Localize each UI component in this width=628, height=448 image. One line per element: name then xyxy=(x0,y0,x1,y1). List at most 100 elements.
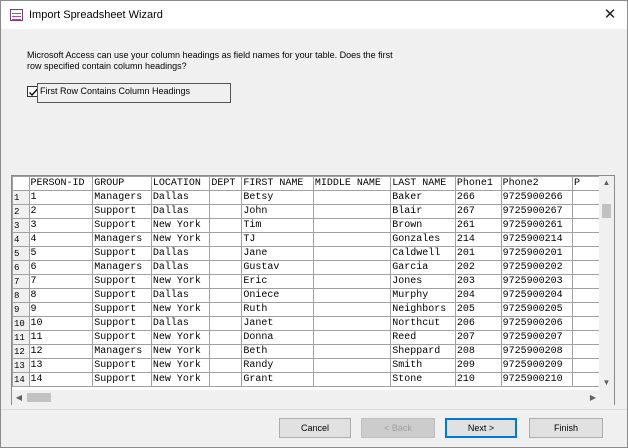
table-cell: Murphy xyxy=(390,288,456,303)
table-cell: Stone xyxy=(390,372,456,387)
row-number: 2 xyxy=(12,204,30,219)
table-cell: Managers xyxy=(92,344,152,359)
next-button[interactable]: Next > xyxy=(445,418,517,438)
data-preview-grid: PERSON-ID GROUP LOCATION DEPT FIRST NAME MIDD… xyxy=(11,175,615,405)
table-cell: Brown xyxy=(390,218,456,233)
row-number: 14 xyxy=(12,372,30,387)
table-cell: 9 xyxy=(28,302,94,317)
scrollbar-corner xyxy=(599,390,614,405)
table-cell xyxy=(572,218,600,233)
table-cell: Oniece xyxy=(241,288,314,303)
vertical-scrollbar[interactable]: ▲ ▼ xyxy=(599,176,614,390)
table-cell: Caldwell xyxy=(390,246,456,261)
table-row: 2 2 Support Dallas John Blair 267 9725900267 xyxy=(12,204,600,219)
table-cell: 9725900267 xyxy=(500,204,574,219)
table-header-row: PERSON-ID GROUP LOCATION DEPT FIRST NAME MIDD… xyxy=(12,176,600,191)
row-number: 9 xyxy=(12,302,30,317)
table-cell: 9725900205 xyxy=(500,302,574,317)
scroll-down-icon[interactable]: ▼ xyxy=(599,376,614,390)
row-number: 13 xyxy=(12,358,30,373)
title-bar: Import Spreadsheet Wizard ✕ xyxy=(1,1,627,29)
table-row: 4 4 Managers New York TJ Gonzales 214 972590021… xyxy=(12,232,600,247)
column-header[interactable]: MIDDLE NAME xyxy=(312,176,392,191)
table-cell: 10 xyxy=(28,316,94,331)
table-cell xyxy=(312,288,392,303)
table-cell xyxy=(312,358,392,373)
table-cell xyxy=(209,302,243,317)
horizontal-scrollbar[interactable]: ◀ ▶ xyxy=(12,390,600,405)
table-cell xyxy=(312,260,392,275)
column-header[interactable]: PERSON-ID xyxy=(28,176,94,191)
scroll-right-icon[interactable]: ▶ xyxy=(586,390,600,405)
column-header[interactable]: LAST NAME xyxy=(390,176,456,191)
table-cell: 9725900209 xyxy=(500,358,574,373)
column-header[interactable]: FIRST NAME xyxy=(241,176,314,191)
column-header[interactable]: Phone1 xyxy=(454,176,502,191)
table-cell: 9725900206 xyxy=(500,316,574,331)
table-cell xyxy=(209,190,243,205)
table-cell: Gustav xyxy=(241,260,314,275)
table-cell: Betsy xyxy=(241,190,314,205)
table-cell: 11 xyxy=(28,330,94,345)
table-cell: Support xyxy=(92,372,152,387)
table-cell xyxy=(209,316,243,331)
table-cell: Randy xyxy=(241,358,314,373)
table-cell: 214 xyxy=(454,232,502,247)
table-cell: Managers xyxy=(92,190,152,205)
table-row: 12 12 Managers New York Beth Sheppard 208 97259… xyxy=(12,344,600,359)
table-cell: New York xyxy=(150,218,211,233)
table-cell: 9725900261 xyxy=(500,218,574,233)
table-cell xyxy=(312,190,392,205)
table-cell: Baker xyxy=(390,190,456,205)
table-cell xyxy=(572,330,600,345)
back-button[interactable]: < Back xyxy=(361,418,435,438)
row-number: 6 xyxy=(12,260,30,275)
table-cell: Dallas xyxy=(150,190,211,205)
table-body: 1 1 Managers Dallas Betsy Baker 266 9725900266 2… xyxy=(12,190,600,387)
table-cell xyxy=(572,372,600,387)
row-number-header xyxy=(12,176,30,191)
table-cell: Support xyxy=(92,330,152,345)
table-cell: 208 xyxy=(454,344,502,359)
table-cell: New York xyxy=(150,372,211,387)
finish-button[interactable]: Finish xyxy=(529,418,603,438)
first-row-headings-option[interactable]: First Row Contains Column Headings xyxy=(27,83,231,103)
table-cell: New York xyxy=(150,274,211,289)
scroll-up-icon[interactable]: ▲ xyxy=(599,176,614,190)
column-header[interactable]: Phone2 xyxy=(500,176,574,191)
column-header[interactable]: DEPT xyxy=(209,176,243,191)
table-cell xyxy=(209,232,243,247)
table-cell: 3 xyxy=(28,218,94,233)
table-cell: Managers xyxy=(92,232,152,247)
table-cell: New York xyxy=(150,330,211,345)
close-icon[interactable]: ✕ xyxy=(593,1,627,29)
horizontal-scroll-thumb[interactable] xyxy=(27,393,51,402)
table-cell: Eric xyxy=(241,274,314,289)
scroll-left-icon[interactable]: ◀ xyxy=(12,390,26,405)
cancel-button[interactable]: Cancel xyxy=(279,418,351,438)
grid-viewport: PERSON-ID GROUP LOCATION DEPT FIRST NAME MIDD… xyxy=(12,176,600,390)
table-cell xyxy=(209,260,243,275)
table-cell: 9725900266 xyxy=(500,190,574,205)
table-cell: Blair xyxy=(390,204,456,219)
table-cell xyxy=(209,274,243,289)
table-cell: 13 xyxy=(28,358,94,373)
column-header[interactable]: P xyxy=(572,176,600,191)
table-cell xyxy=(572,246,600,261)
table-row: 7 7 Support New York Eric Jones 203 9725900203 xyxy=(12,274,600,289)
vertical-scroll-thumb[interactable] xyxy=(602,204,611,218)
first-row-headings-label[interactable]: First Row Contains Column Headings xyxy=(37,83,231,103)
table-cell: 202 xyxy=(454,260,502,275)
table-cell: Support xyxy=(92,204,152,219)
table-cell xyxy=(209,288,243,303)
table-cell: 266 xyxy=(454,190,502,205)
table-cell xyxy=(312,204,392,219)
column-header[interactable]: GROUP xyxy=(92,176,152,191)
table-cell xyxy=(572,358,600,373)
spreadsheet-import-icon xyxy=(10,9,23,21)
table-cell: Support xyxy=(92,316,152,331)
column-header[interactable]: LOCATION xyxy=(150,176,211,191)
table-cell: 209 xyxy=(454,358,502,373)
table-row: 11 11 Support New York Donna Reed 207 972590020… xyxy=(12,330,600,345)
row-number: 8 xyxy=(12,288,30,303)
